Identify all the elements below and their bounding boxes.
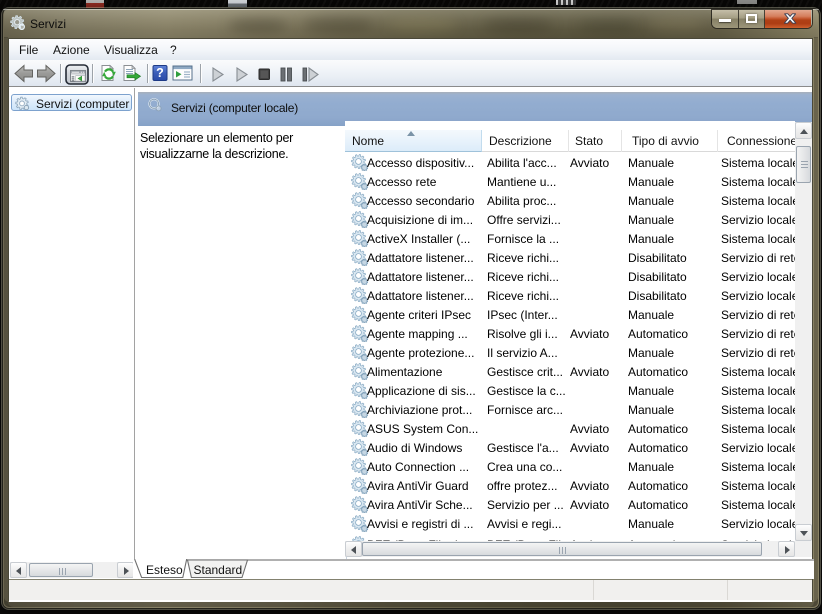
- svg-text:Standard: Standard: [194, 563, 243, 577]
- svg-text:?: ?: [156, 66, 164, 80]
- svg-text:Esteso: Esteso: [146, 563, 183, 577]
